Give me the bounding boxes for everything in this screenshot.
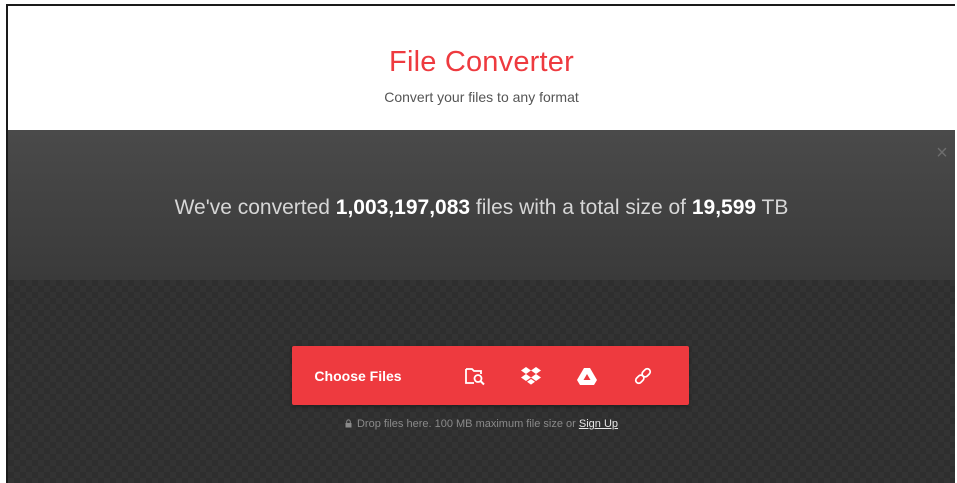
upload-sources [464, 365, 688, 387]
stats-prefix: We've converted [174, 196, 336, 219]
google-drive-icon[interactable] [576, 365, 598, 387]
lock-icon [345, 419, 352, 431]
page-subtitle: Convert your files to any format [384, 89, 579, 105]
upload-button-bar: Choose Files [292, 346, 689, 405]
page-title: File Converter [389, 46, 574, 78]
drop-hint: Drop files here. 100 MB maximum file siz… [8, 418, 955, 431]
stats-text: We've converted 1,003,197,083 files with… [8, 196, 955, 220]
drop-hint-text: Drop files here. 100 MB maximum file siz… [356, 418, 579, 430]
dropbox-icon[interactable] [520, 365, 542, 387]
stats-banner: × We've converted 1,003,197,083 files wi… [8, 130, 955, 280]
app-window: File Converter Convert your files to any… [6, 4, 955, 483]
choose-files-button[interactable]: Choose Files [292, 368, 424, 384]
link-icon[interactable] [632, 365, 654, 387]
converted-total-size: 19,599 [691, 196, 757, 219]
drop-zone[interactable]: Choose Files Drop files here. 100 MB max… [8, 280, 955, 483]
page-header: File Converter Convert your files to any… [8, 6, 955, 130]
folder-search-icon[interactable] [464, 365, 486, 387]
sign-up-link[interactable]: Sign Up [579, 418, 618, 430]
converted-file-count: 1,003,197,083 [335, 196, 471, 219]
close-icon[interactable]: × [933, 143, 951, 163]
stats-middle: files with a total size of [470, 196, 692, 219]
stats-unit: TB [756, 196, 789, 219]
